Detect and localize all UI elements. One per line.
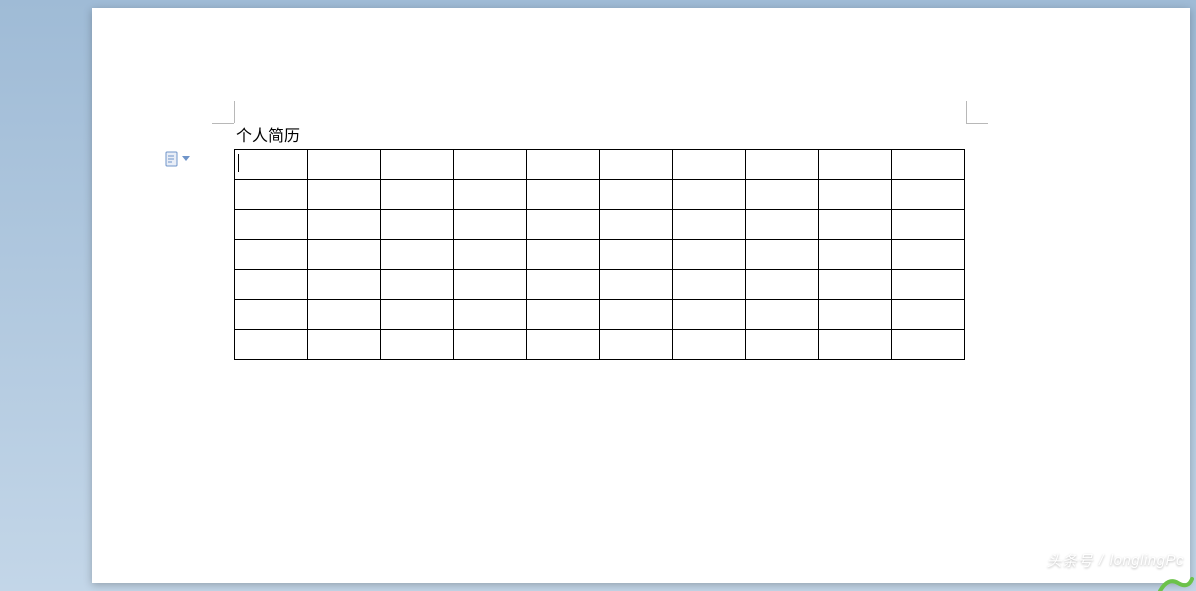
table-cell[interactable] — [235, 330, 308, 360]
table-cell[interactable] — [235, 180, 308, 210]
table-cell[interactable] — [527, 150, 600, 180]
table-cell[interactable] — [381, 180, 454, 210]
table-cell[interactable] — [454, 270, 527, 300]
table-cell[interactable] — [673, 240, 746, 270]
table-cell[interactable] — [600, 330, 673, 360]
table-cell[interactable] — [892, 330, 965, 360]
table-cell[interactable] — [527, 180, 600, 210]
table-cell[interactable] — [308, 210, 381, 240]
table-cell[interactable] — [746, 300, 819, 330]
table-cell[interactable] — [235, 240, 308, 270]
table-cell[interactable] — [746, 180, 819, 210]
watermark: 头条号 / longlingPc — [1025, 550, 1184, 571]
table-cell[interactable] — [454, 330, 527, 360]
table-cell[interactable] — [527, 300, 600, 330]
margin-mark — [234, 101, 235, 123]
table-cell[interactable] — [308, 180, 381, 210]
resume-table[interactable] — [234, 149, 965, 360]
table-cell[interactable] — [673, 270, 746, 300]
table-cell[interactable] — [819, 270, 892, 300]
table-cell[interactable] — [235, 150, 308, 180]
watermark-author: longlingPc — [1110, 552, 1184, 569]
chevron-down-icon — [182, 156, 190, 162]
table-cell[interactable] — [819, 150, 892, 180]
table-cell[interactable] — [819, 330, 892, 360]
table-cell[interactable] — [600, 150, 673, 180]
table-row[interactable] — [235, 210, 965, 240]
table-cell[interactable] — [600, 180, 673, 210]
table-cell[interactable] — [673, 210, 746, 240]
table-cell[interactable] — [892, 240, 965, 270]
table-cell[interactable] — [819, 210, 892, 240]
table-cell[interactable] — [235, 270, 308, 300]
table-cell[interactable] — [454, 150, 527, 180]
table-cell[interactable] — [746, 330, 819, 360]
table-cell[interactable] — [819, 240, 892, 270]
table-cell[interactable] — [308, 240, 381, 270]
table-cell[interactable] — [746, 150, 819, 180]
table-cell[interactable] — [235, 300, 308, 330]
table-cell[interactable] — [454, 210, 527, 240]
document-icon — [165, 151, 179, 167]
table-cell[interactable] — [454, 240, 527, 270]
table-cell[interactable] — [454, 300, 527, 330]
table-cell[interactable] — [746, 270, 819, 300]
table-cell[interactable] — [746, 210, 819, 240]
table-cell[interactable] — [600, 300, 673, 330]
table-row[interactable] — [235, 330, 965, 360]
table-cell[interactable] — [381, 270, 454, 300]
table-cell[interactable] — [600, 240, 673, 270]
table-cell[interactable] — [308, 270, 381, 300]
table-cell[interactable] — [454, 180, 527, 210]
table-cell[interactable] — [892, 180, 965, 210]
table-cell[interactable] — [673, 330, 746, 360]
table-row[interactable] — [235, 300, 965, 330]
table-cell[interactable] — [892, 300, 965, 330]
table-cell[interactable] — [673, 300, 746, 330]
table-cell[interactable] — [673, 180, 746, 210]
table-row[interactable] — [235, 270, 965, 300]
corner-badge-icon — [1154, 573, 1194, 591]
table-cell[interactable] — [308, 330, 381, 360]
table-cell[interactable] — [308, 150, 381, 180]
table-cell[interactable] — [819, 300, 892, 330]
table-cell[interactable] — [381, 300, 454, 330]
table-cell[interactable] — [527, 270, 600, 300]
document-title[interactable]: 个人简历 — [236, 126, 300, 148]
table-cell[interactable] — [892, 270, 965, 300]
table-cell[interactable] — [600, 270, 673, 300]
margin-mark — [966, 123, 988, 124]
table-row[interactable] — [235, 180, 965, 210]
table-row[interactable] — [235, 150, 965, 180]
margin-mark — [212, 123, 234, 124]
table-cell[interactable] — [746, 240, 819, 270]
table-cell[interactable] — [381, 150, 454, 180]
table-cell[interactable] — [527, 240, 600, 270]
table-cell[interactable] — [308, 300, 381, 330]
table-cell[interactable] — [381, 210, 454, 240]
table-cell[interactable] — [892, 210, 965, 240]
margin-mark — [966, 101, 967, 123]
table-cell[interactable] — [381, 330, 454, 360]
table-cell[interactable] — [600, 210, 673, 240]
table-cell[interactable] — [892, 150, 965, 180]
text-cursor — [238, 154, 239, 172]
table-cell[interactable] — [819, 180, 892, 210]
paste-options-button[interactable] — [165, 151, 190, 167]
table-cell[interactable] — [527, 330, 600, 360]
table-cell[interactable] — [527, 210, 600, 240]
table-cell[interactable] — [673, 150, 746, 180]
table-cell[interactable] — [381, 240, 454, 270]
watermark-logo-icon — [1025, 553, 1041, 569]
table-cell[interactable] — [235, 210, 308, 240]
watermark-separator: / — [1099, 552, 1104, 569]
table-row[interactable] — [235, 240, 965, 270]
watermark-prefix: 头条号 — [1047, 550, 1094, 571]
document-page[interactable]: 个人简历 — [92, 8, 1190, 583]
